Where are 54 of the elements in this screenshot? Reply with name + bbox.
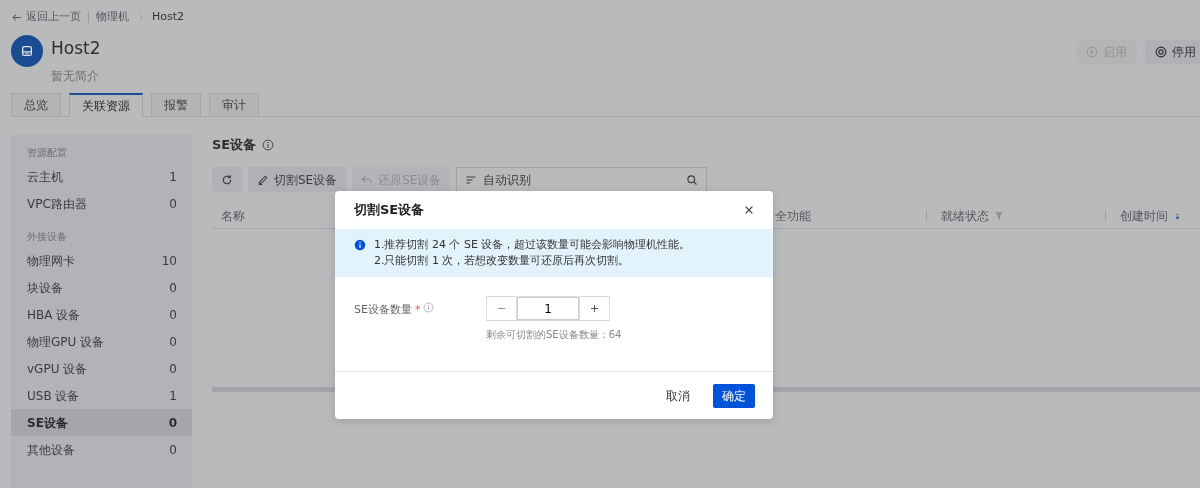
sidebar-item[interactable]: 物理GPU 设备 0 xyxy=(11,328,192,355)
stop-circle-icon xyxy=(1155,46,1167,58)
sidebar-item[interactable]: vGPU 设备 0 xyxy=(11,355,192,382)
breadcrumb-current: Host2 xyxy=(152,9,185,26)
host-avatar-icon xyxy=(11,35,43,67)
sidebar-item[interactable]: USB 设备 1 xyxy=(11,382,192,409)
sidebar-item[interactable]: HBA 设备 0 xyxy=(11,301,192,328)
cut-button[interactable]: 切割SE设备 xyxy=(248,167,347,192)
plus-icon xyxy=(589,303,600,314)
play-circle-icon xyxy=(1086,46,1098,58)
info-icon xyxy=(354,239,366,251)
tab[interactable]: 报警 xyxy=(151,93,201,116)
sidebar-item[interactable]: 其他设备 0 xyxy=(11,436,192,463)
search-field[interactable]: 自动识别 xyxy=(456,167,708,192)
cancel-button[interactable]: 取消 xyxy=(657,383,699,408)
filter-icon xyxy=(994,210,1004,221)
sidebar-item[interactable]: 块设备 0 xyxy=(11,274,192,301)
sort-icon xyxy=(1173,210,1182,221)
column-header: 名称 xyxy=(221,207,245,225)
back-link[interactable]: 返回上一页 xyxy=(11,9,81,26)
info-icon xyxy=(262,139,275,151)
sidebar-item[interactable]: 物理网卡 10 xyxy=(11,247,192,274)
section-title: SE设备 xyxy=(212,136,257,155)
help-text: 剩余可切割的SE设备数量：64 xyxy=(486,328,622,342)
sidebar-item[interactable]: VPC路由器 0 xyxy=(11,190,192,217)
disable-button[interactable]: 停用 xyxy=(1145,40,1200,64)
column-header: 全功能 xyxy=(775,207,811,225)
sidebar-item[interactable]: 云主机 1 xyxy=(11,163,192,190)
undo-icon xyxy=(361,173,374,186)
filter-lines-icon xyxy=(465,173,478,186)
tab[interactable]: 总览 xyxy=(11,93,61,116)
dialog-title: 切割SE设备 xyxy=(354,201,425,220)
host-description: 暂无简介 xyxy=(51,68,100,85)
host-title: Host2 xyxy=(51,37,101,59)
quantity-input[interactable]: 1 xyxy=(517,296,579,321)
info-icon xyxy=(423,302,435,313)
column-header: 就绪状态 xyxy=(941,207,989,225)
close-button[interactable] xyxy=(743,204,755,216)
pen-icon xyxy=(257,173,269,186)
notice-text: 2.只能切割 1 次，若想改变数量可还原后再次切割。 xyxy=(374,253,631,269)
field-label: SE设备数量 xyxy=(354,302,412,318)
required-mark: * xyxy=(414,302,421,318)
notice-text: 1.推荐切割 24 个 SE 设备，超过该数量可能会影响物理机性能。 xyxy=(374,237,691,253)
tab[interactable]: 审计 xyxy=(209,93,259,116)
refresh-button[interactable] xyxy=(212,167,242,192)
tab[interactable]: 关联资源 xyxy=(69,93,143,117)
column-header: 创建时间 xyxy=(1120,207,1168,225)
back-arrow-icon xyxy=(11,12,22,23)
refresh-icon xyxy=(221,173,233,186)
confirm-button[interactable]: 确定 xyxy=(713,383,755,408)
sidebar-item[interactable]: SE设备 0 xyxy=(11,409,192,436)
sidebar-section-title: 外接设备 xyxy=(26,230,68,244)
breadcrumb-link[interactable]: 物理机 xyxy=(96,9,129,26)
search-icon xyxy=(686,173,699,186)
